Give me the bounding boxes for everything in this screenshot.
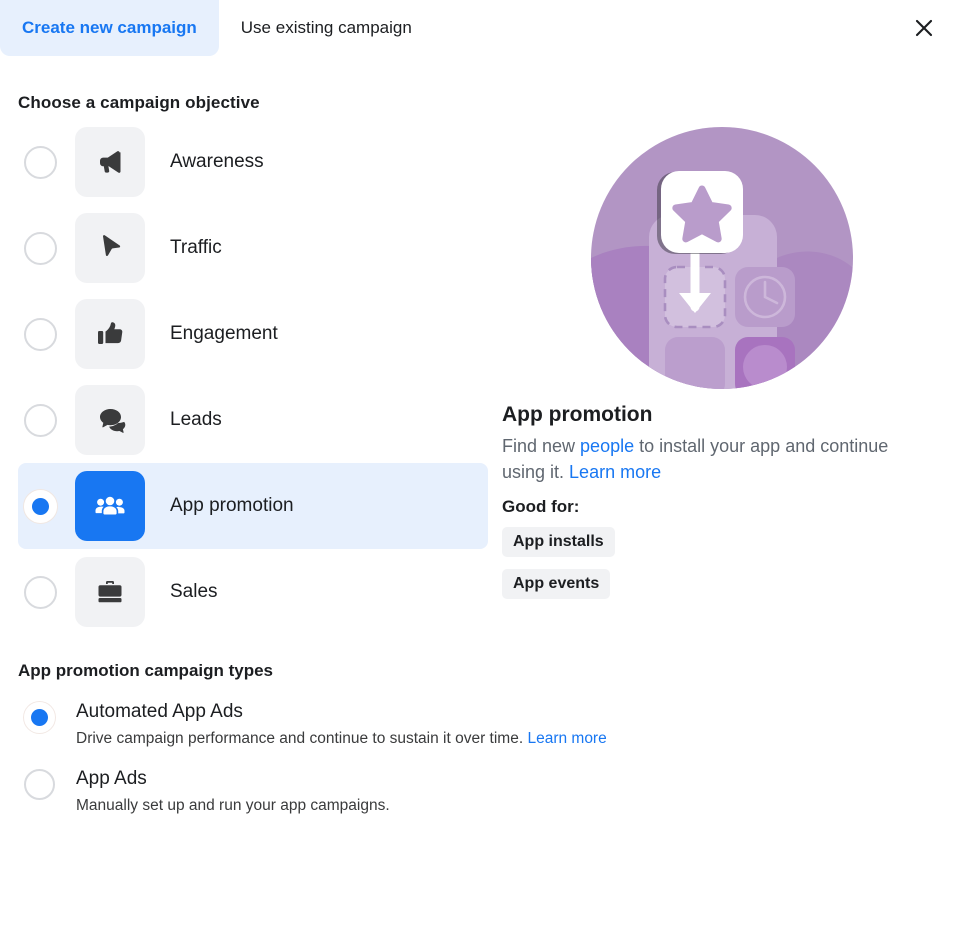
campaign-type-description-text: Drive campaign performance and continue …	[76, 729, 528, 747]
campaign-type-name: App Ads	[76, 767, 147, 789]
objective-section-title: Choose a campaign objective	[18, 93, 260, 112]
cursor-icon	[75, 213, 145, 283]
people-link[interactable]: people	[580, 436, 634, 456]
objective-label: Traffic	[170, 237, 222, 258]
good-for-chip-list: App installs App events	[502, 527, 942, 611]
app-promotion-illustration	[591, 127, 853, 389]
objective-label: App promotion	[170, 495, 294, 516]
objective-detail-panel: App promotion Find new people to install…	[488, 119, 942, 635]
objective-radio-traffic[interactable]	[24, 231, 57, 265]
objective-row-awareness[interactable]: Awareness	[18, 119, 488, 205]
campaign-type-description: Drive campaign performance and continue …	[76, 730, 607, 748]
learn-more-link[interactable]: Learn more	[569, 462, 661, 482]
thumbs-up-icon	[75, 299, 145, 369]
objective-radio-engagement[interactable]	[24, 317, 57, 351]
objective-row-app-promotion[interactable]: App promotion	[18, 463, 488, 549]
objective-list: Awareness Traffic Engagement Leads App p…	[18, 119, 488, 635]
people-group-icon	[75, 471, 145, 541]
illustration-container	[502, 127, 942, 389]
campaign-types-section: App promotion campaign types Automated A…	[18, 661, 942, 815]
tab-label: Use existing campaign	[240, 18, 412, 37]
description-text-1: Find new	[502, 436, 581, 456]
campaign-type-description: Manually set up and run your app campaig…	[76, 797, 390, 815]
objective-radio-awareness[interactable]	[24, 145, 57, 179]
objective-radio-leads[interactable]	[24, 403, 57, 437]
chip-app-installs: App installs	[502, 527, 615, 558]
good-for-label: Good for:	[502, 497, 580, 517]
campaign-type-row-app-ads[interactable]: App Ads Manually set up and run your app…	[18, 767, 942, 815]
briefcase-icon	[75, 557, 145, 627]
objective-row-leads[interactable]: Leads	[18, 377, 488, 463]
campaign-types-title: App promotion campaign types	[18, 661, 274, 680]
learn-more-link[interactable]: Learn more	[527, 730, 606, 747]
objective-row-sales[interactable]: Sales	[18, 549, 488, 635]
objective-row-engagement[interactable]: Engagement	[18, 291, 488, 377]
objective-label: Sales	[170, 581, 218, 602]
tab-bar: Create new campaign Use existing campaig…	[0, 0, 960, 56]
objective-label: Leads	[170, 409, 222, 430]
detail-panel-title: App promotion	[502, 403, 653, 426]
campaign-type-radio-automated-app-ads[interactable]	[24, 702, 55, 733]
dialog-content: Choose a campaign objective Awareness Tr…	[0, 93, 960, 815]
objective-radio-sales[interactable]	[24, 575, 57, 609]
campaign-type-text: Automated App Ads Drive campaign perform…	[76, 700, 607, 748]
close-icon	[912, 16, 936, 40]
close-dialog-button[interactable]	[904, 8, 944, 48]
detail-panel-description: Find new people to install your app and …	[502, 433, 907, 485]
campaign-type-row-automated-app-ads[interactable]: Automated App Ads Drive campaign perform…	[18, 700, 942, 748]
objective-radio-app-promotion[interactable]	[24, 489, 57, 523]
megaphone-icon	[75, 127, 145, 197]
objective-row-traffic[interactable]: Traffic	[18, 205, 488, 291]
chip-app-events: App events	[502, 569, 611, 600]
chat-bubbles-icon	[75, 385, 145, 455]
objective-label: Awareness	[170, 151, 264, 172]
campaign-type-name: Automated App Ads	[76, 701, 243, 722]
campaign-type-radio-app-ads[interactable]	[24, 768, 55, 800]
objective-label: Engagement	[170, 323, 278, 344]
tab-create-new-campaign[interactable]: Create new campaign	[0, 0, 219, 56]
tab-label: Create new campaign	[22, 18, 197, 37]
tab-use-existing-campaign[interactable]: Use existing campaign	[219, 0, 434, 56]
campaign-type-text: App Ads Manually set up and run your app…	[76, 767, 390, 815]
objective-and-detail-area: Awareness Traffic Engagement Leads App p…	[18, 119, 942, 635]
campaign-type-description-text: Manually set up and run your app campaig…	[76, 796, 390, 814]
